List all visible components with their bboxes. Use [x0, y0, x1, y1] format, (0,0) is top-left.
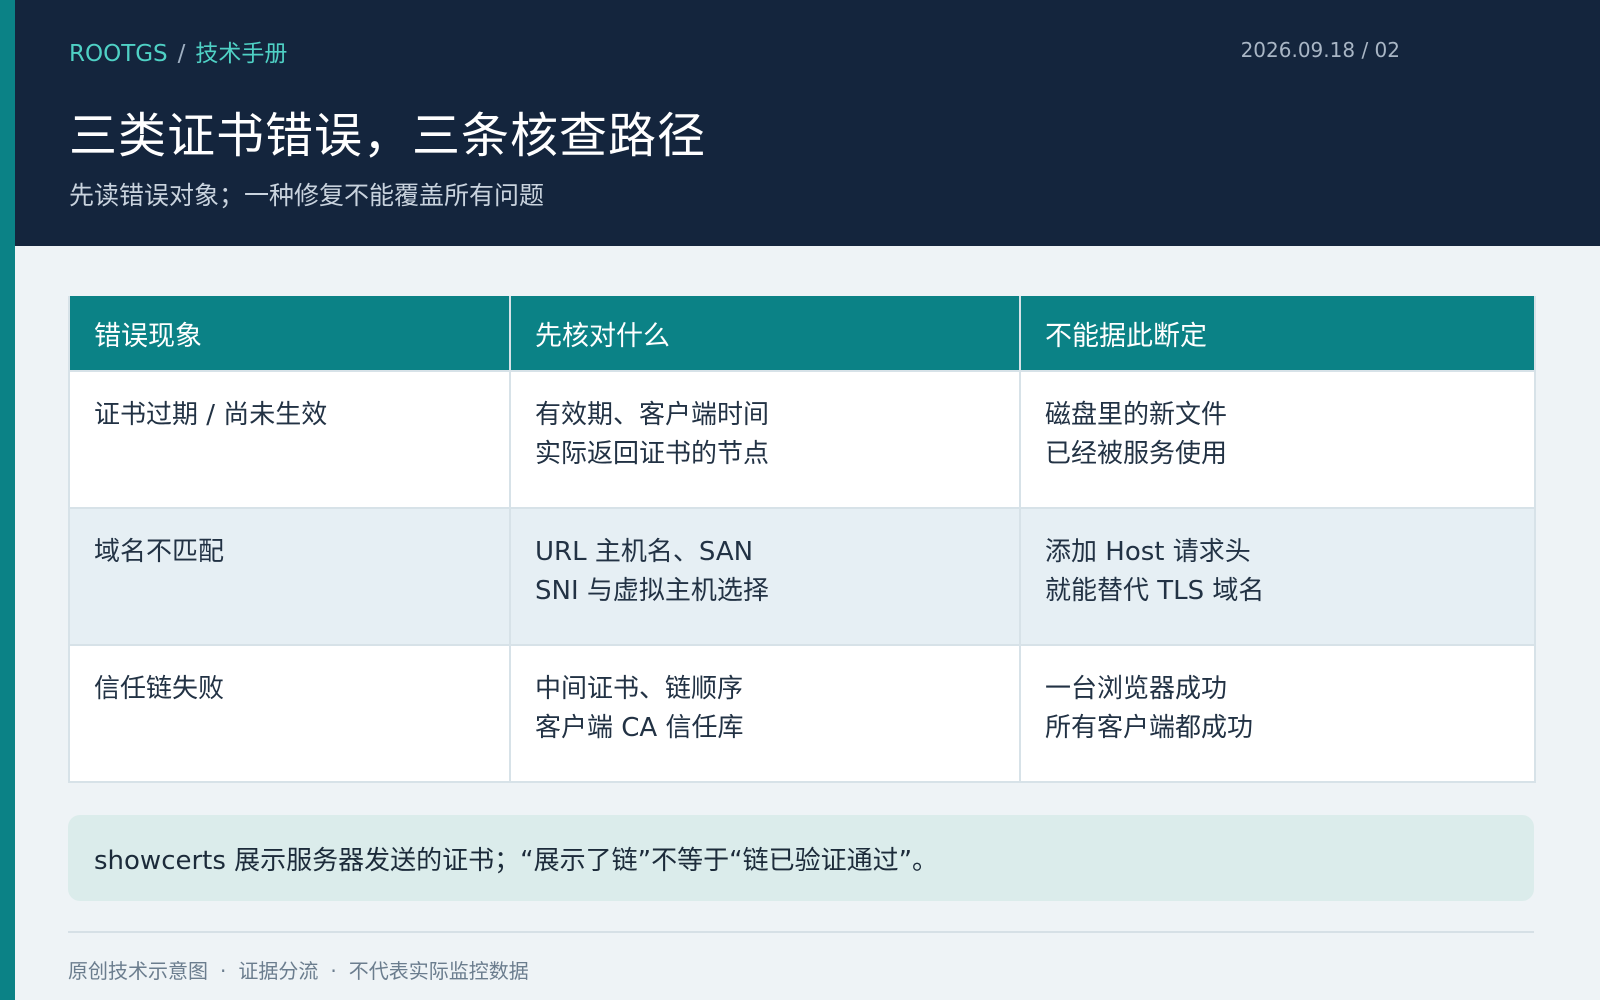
cell-symptom: 域名不匹配	[68, 507, 511, 646]
cell-text: 域名不匹配	[94, 537, 225, 567]
cell-text: 所有客户端都成功	[1045, 713, 1254, 743]
date-page-indicator: 2026.09.18 / 02	[1240, 38, 1400, 62]
cell-check: 中间证书、链顺序 客户端 CA 信任库	[509, 644, 1021, 783]
footer-item: 原创技术示意图	[68, 959, 208, 983]
cell-text: 一台浏览器成功	[1045, 674, 1228, 704]
cell-text: 客户端 CA 信任库	[535, 713, 744, 743]
error-table: 错误现象 先核对什么 不能据此断定 证书过期 / 尚未生效 有效期、客户端时间 …	[68, 296, 1536, 783]
footer-item: 不代表实际监控数据	[348, 959, 529, 983]
table-row: 域名不匹配 URL 主机名、SAN SNI 与虚拟主机选择 添加 Host 请求…	[68, 507, 1536, 646]
breadcrumb-brand[interactable]: ROOTGS	[69, 41, 168, 67]
column-header-symptom: 错误现象	[68, 296, 511, 371]
breadcrumb-section[interactable]: 技术手册	[195, 41, 287, 67]
cell-text: 磁盘里的新文件	[1045, 400, 1228, 430]
callout-note-text: showcerts 展示服务器发送的证书；“展示了链”不等于“链已验证通过”。	[94, 846, 939, 876]
cell-not-conclude: 一台浏览器成功 所有客户端都成功	[1019, 644, 1536, 783]
cell-text: 就能替代 TLS 域名	[1045, 576, 1265, 606]
table-row: 证书过期 / 尚未生效 有效期、客户端时间 实际返回证书的节点 磁盘里的新文件 …	[68, 370, 1536, 509]
page-header: ROOTGS / 技术手册 2026.09.18 / 02 三类证书错误，三条核查路…	[15, 0, 1600, 246]
cell-not-conclude: 添加 Host 请求头 就能替代 TLS 域名	[1019, 507, 1536, 646]
table-row: 信任链失败 中间证书、链顺序 客户端 CA 信任库 一台浏览器成功 所有客户端都…	[68, 644, 1536, 783]
cell-text: 有效期、客户端时间	[535, 400, 770, 430]
cell-check: URL 主机名、SAN SNI 与虚拟主机选择	[509, 507, 1021, 646]
error-matrix: 错误现象 先核对什么 不能据此断定 证书过期 / 尚未生效 有效期、客户端时间 …	[68, 296, 1536, 783]
cell-symptom: 证书过期 / 尚未生效	[68, 370, 511, 509]
page-title: 三类证书错误，三条核查路径	[69, 108, 707, 164]
footer-item: 证据分流	[238, 959, 319, 983]
cell-check: 有效期、客户端时间 实际返回证书的节点	[509, 370, 1021, 509]
breadcrumb: ROOTGS / 技术手册	[69, 34, 287, 68]
breadcrumb-separator: /	[177, 41, 186, 67]
page-subtitle: 先读错误对象；一种修复不能覆盖所有问题	[69, 181, 545, 210]
footer-divider	[68, 931, 1534, 933]
callout-note: showcerts 展示服务器发送的证书；“展示了链”不等于“链已验证通过”。	[68, 815, 1534, 901]
cell-text: 中间证书、链顺序	[535, 674, 744, 704]
cell-text: URL 主机名、SAN	[535, 537, 754, 567]
footer: 原创技术示意图 · 证据分流 · 不代表实际监控数据	[68, 955, 529, 984]
footer-dot: ·	[220, 959, 227, 983]
column-header-not-conclude: 不能据此断定	[1019, 296, 1536, 371]
cell-text: 添加 Host 请求头	[1045, 537, 1251, 567]
footer-dot: ·	[330, 959, 337, 983]
left-accent-bar	[0, 0, 15, 1000]
cell-text: 证书过期 / 尚未生效	[94, 400, 328, 430]
cell-not-conclude: 磁盘里的新文件 已经被服务使用	[1019, 370, 1536, 509]
cell-text: SNI 与虚拟主机选择	[535, 576, 769, 606]
cell-text: 实际返回证书的节点	[535, 439, 770, 469]
cell-text: 已经被服务使用	[1045, 439, 1228, 469]
table-header-row: 错误现象 先核对什么 不能据此断定	[68, 296, 1536, 371]
cell-text: 信任链失败	[94, 674, 225, 704]
cell-symptom: 信任链失败	[68, 644, 511, 783]
column-header-check: 先核对什么	[509, 296, 1021, 371]
